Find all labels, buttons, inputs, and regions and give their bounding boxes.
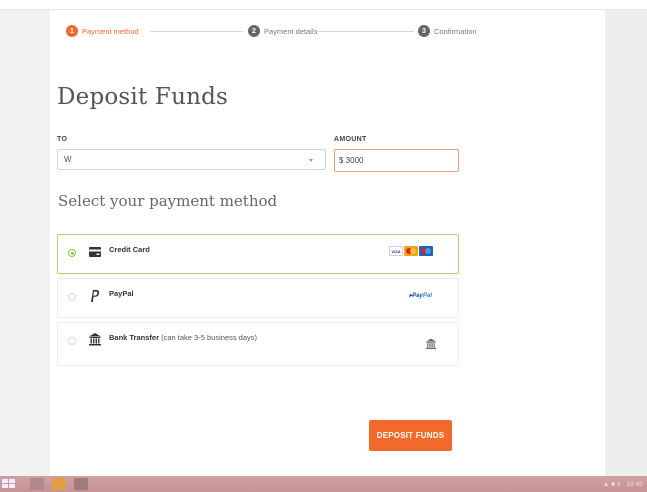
step-number: 2 xyxy=(248,25,260,37)
checkout-stepper: 1 Payment method 2 Payment details 3 Con… xyxy=(66,22,477,40)
browser-top-edge xyxy=(0,0,647,10)
step-confirmation[interactable]: 3 Confirmation xyxy=(418,22,477,40)
amount-value: $ 3000 xyxy=(339,156,364,165)
paypal-radio[interactable] xyxy=(68,293,76,301)
bank-icon xyxy=(89,333,101,346)
step-payment-details[interactable]: 2 Payment details xyxy=(248,22,317,40)
deposit-funds-button[interactable]: DEPOSIT FUNDS xyxy=(369,420,452,451)
to-account-select[interactable]: W xyxy=(57,149,326,170)
step-number: 1 xyxy=(66,25,78,37)
step-number: 3 xyxy=(418,25,430,37)
bank-transfer-note: (can take 3-5 business days) xyxy=(159,333,257,342)
page-side-background xyxy=(605,10,647,476)
bank-transfer-radio[interactable] xyxy=(68,337,76,345)
taskbar-folder-icon[interactable] xyxy=(52,478,66,490)
credit-card-label: Credit Card xyxy=(109,245,150,254)
credit-card-icon xyxy=(89,247,101,257)
payment-method-heading: Select your payment method xyxy=(58,192,278,210)
bank-logo-icon xyxy=(426,338,436,349)
payment-option-bank-transfer[interactable]: Bank Transfer (can take 3-5 business day… xyxy=(57,322,459,366)
to-account-value: W xyxy=(64,155,72,164)
taskbar-search-icon[interactable] xyxy=(30,478,44,490)
paypal-logo: ▸PayPal xyxy=(409,293,432,299)
step-label: Payment details xyxy=(264,26,318,36)
bank-transfer-label: Bank Transfer (can take 3-5 business day… xyxy=(109,333,257,342)
card-brands: VISA xyxy=(389,246,433,256)
amount-label: AMOUNT xyxy=(334,136,367,143)
step-payment-method[interactable]: 1 Payment method xyxy=(66,22,139,40)
payment-option-paypal[interactable]: PayPal ▸PayPal xyxy=(57,278,459,318)
step-label: Confirmation xyxy=(434,26,477,36)
os-taskbar: ▲ ■ ३ 10:40 xyxy=(0,476,647,492)
maestro-logo xyxy=(419,246,433,256)
page-title: Deposit Funds xyxy=(57,84,229,110)
paypal-label: PayPal xyxy=(109,289,134,298)
system-tray: ▲ ■ ३ 10:40 xyxy=(603,482,643,488)
windows-start-icon[interactable] xyxy=(2,479,16,489)
step-connector xyxy=(150,31,243,32)
deposit-panel: 1 Payment method 2 Payment details 3 Con… xyxy=(50,10,605,476)
mastercard-logo xyxy=(404,246,418,256)
credit-card-radio[interactable] xyxy=(68,249,76,257)
visa-logo: VISA xyxy=(389,246,403,256)
step-connector xyxy=(314,31,414,32)
chevron-down-icon xyxy=(309,159,313,162)
payment-option-credit-card[interactable]: Credit Card VISA xyxy=(57,234,459,274)
to-label: TO xyxy=(57,136,68,143)
step-label: Payment method xyxy=(82,26,139,36)
amount-input[interactable]: $ 3000 xyxy=(334,149,459,172)
paypal-icon xyxy=(91,290,100,302)
taskbar-app-icon[interactable] xyxy=(74,478,88,490)
